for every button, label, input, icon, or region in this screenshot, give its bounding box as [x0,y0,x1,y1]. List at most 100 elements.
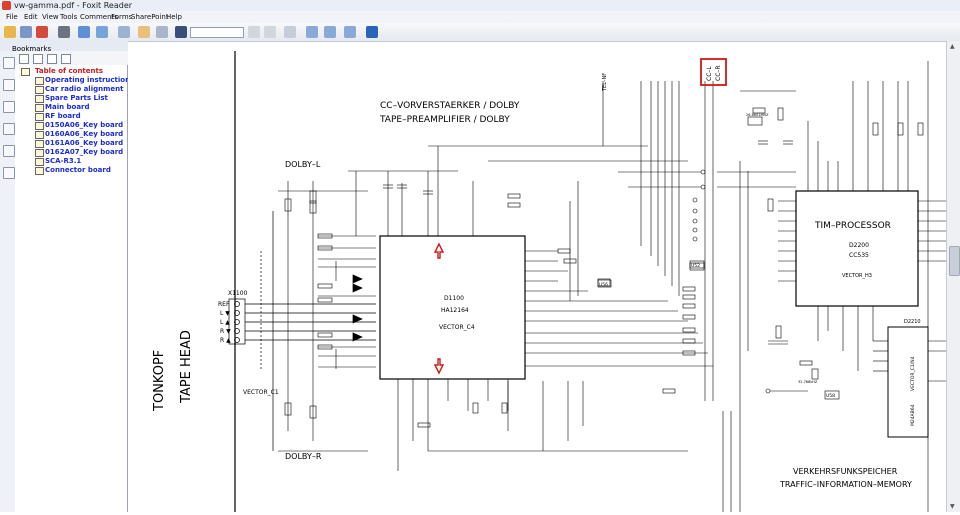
scroll-down-icon[interactable]: ▼ [950,503,955,510]
window-title: vw-gamma.pdf - Foxit Reader [14,1,133,10]
menu-tools[interactable]: Tools [60,11,77,23]
rotate-icon[interactable] [344,26,356,38]
pin-r-down: R ▼ [220,328,231,335]
toc-folder-icon [21,68,30,76]
page-icon[interactable] [96,26,108,38]
menu-forms[interactable]: Forms [111,11,132,23]
attachments-icon[interactable] [3,145,15,157]
toolbar [0,23,960,42]
schematic-page: CC–VORVERSTAERKER / DOLBY TAPE–PREAMPLIF… [152,51,946,512]
bookmark-item[interactable]: Main board [45,103,90,112]
properties-icon[interactable] [61,54,71,64]
cc-r-label: CC–R [715,65,722,81]
print-icon[interactable] [58,26,70,38]
bookmark-page-icon [35,113,44,121]
pin-l-up: L ▲ [220,319,230,326]
document-view[interactable]: CC–VORVERSTAERKER / DOLBY TAPE–PREAMPLIF… [128,51,946,512]
left-tool-strip [0,51,16,512]
bookmark-item[interactable]: Spare Parts List [45,94,108,103]
fit-page-icon[interactable] [306,26,318,38]
bookmark-page-icon [35,158,44,166]
tim-part: CC535 [849,252,869,259]
ic-d1100-name: D1100 [444,295,464,302]
arrow-down-icon [433,358,445,375]
arrow-up-icon [433,242,445,259]
foxit-app-icon [2,1,11,10]
tim-name: TIM–PROCESSOR [814,221,891,231]
menu-sharepoint[interactable]: SharePoint [131,11,169,23]
pin-r-up: R ▲ [220,337,231,344]
bookmark-page-icon [35,122,44,130]
menu-view[interactable]: View [42,11,59,23]
dolby-r-label: DOLBY–R [285,452,322,461]
mem-title-2: TRAFFIC–INFORMATION–MEMORY [779,480,912,489]
ic-d1100-part: HA12164 [441,307,469,314]
search-input[interactable] [190,27,244,38]
bookmark-page-icon [35,77,44,85]
scroll-thumb[interactable] [949,246,960,276]
bookmark-item[interactable]: 0150A06_Key board [45,121,123,130]
bookmark-page-icon [35,95,44,103]
bookmark-item[interactable]: Car radio alignment [45,85,123,94]
pin-ref: REF [218,301,230,308]
bookmark-page-icon [35,149,44,157]
pdf-icon[interactable] [36,26,48,38]
bookmark-page-icon [35,86,44,94]
bookmark-item[interactable]: SCA-R3.1 [45,157,81,166]
section-title-1: CC–VORVERSTAERKER / DOLBY [380,101,520,111]
mem-part: M24AB64 [910,404,916,426]
page-layout-icon[interactable] [118,26,130,38]
prev-icon[interactable] [248,26,260,38]
hand-tool-icon[interactable] [138,26,150,38]
find-icon[interactable] [175,26,187,38]
tim-ref: D2200 [849,242,869,249]
zoom-icon[interactable] [284,26,296,38]
bookmark-item[interactable]: 0161A06_Key board [45,139,123,148]
menu-edit[interactable]: Edit [24,11,38,23]
fit-width-icon[interactable] [324,26,336,38]
bookmark-item[interactable]: 0160A06_Key board [45,130,123,139]
scroll-up-icon[interactable]: ▲ [950,43,955,50]
bookmark-page-icon [35,140,44,148]
u56-label: U56 [599,282,608,288]
bookmark-item[interactable]: RF board [45,112,81,121]
u52-label: U52 [691,263,700,269]
bookmark-toolbar [15,51,128,66]
signature-icon[interactable] [3,167,15,179]
email-icon[interactable] [78,26,90,38]
pin-l-down: L ▼ [220,310,230,317]
layers-icon[interactable] [3,101,15,113]
vector-c1-label: VECTOR_C1 [243,389,279,396]
open-icon[interactable] [4,26,16,38]
menu-help[interactable]: Help [166,11,182,23]
save-icon[interactable] [20,26,32,38]
vertical-scrollbar[interactable]: ▲ ▼ [946,41,960,512]
bookmark-item[interactable]: Operating instructions [45,76,134,85]
section-title-2: TAPE–PREAMPLIFIER / DOLBY [379,115,510,125]
add-bookmark-icon[interactable] [47,54,57,64]
bookmark-page-icon [35,104,44,112]
menu-file[interactable]: File [6,11,18,23]
memory-d2210 [887,326,929,438]
bookmark-item[interactable]: 0162A07_Key board [45,148,123,157]
mem-vector: VECTOR_C1/N4 [910,356,916,391]
next-icon[interactable] [264,26,276,38]
bookmark-icon[interactable] [3,57,15,69]
mem-title-1: VERKEHRSFUNKSPEICHER [793,467,898,476]
expand-icon[interactable] [19,54,29,64]
select-tool-icon[interactable] [156,26,168,38]
tape-head-label: TAPE HEAD [179,330,194,404]
cc-l-label: CC–L [706,66,713,81]
bookmark-item[interactable]: Connector board [45,166,111,175]
tonkopf-label: TONKOPF [152,350,167,412]
mem-ref: D2210 [904,319,921,325]
crystal-freq: 26.6601MHZ [746,113,769,117]
bookmark-toc[interactable]: Table of contents [35,67,103,76]
delete-bookmark-icon[interactable] [33,54,43,64]
foxit-icon[interactable] [366,26,378,38]
pages-icon[interactable] [3,79,15,91]
tel-nf-label: TEL–NF [602,73,608,92]
comments-icon[interactable] [3,123,15,135]
bookmark-page-icon [35,131,44,139]
bookmark-page-icon [35,167,44,175]
